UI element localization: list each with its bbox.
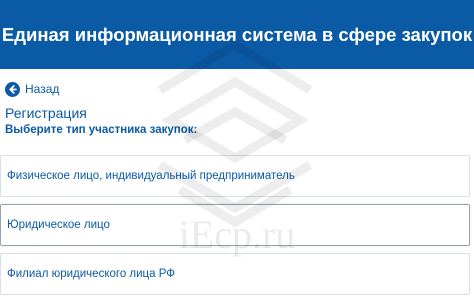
back-label: Назад (25, 82, 60, 96)
option-individual[interactable]: Физическое лицо, индивидуальный предприн… (0, 155, 470, 197)
option-label: Юридическое лицо (7, 219, 110, 231)
header-title: Единая информационная система в сфере за… (1, 23, 473, 45)
option-label: Филиал юридического лица РФ (7, 268, 176, 280)
arrow-left-icon (5, 81, 20, 97)
app-window: Единая информационная система в сфере за… (0, 0, 474, 302)
header-bar: Единая информационная система в сфере за… (0, 0, 474, 69)
option-legal-entity[interactable]: Юридическое лицо (0, 204, 470, 246)
page-subtitle: Выберите тип участника закупок: (5, 124, 198, 136)
back-button[interactable]: Назад (5, 81, 59, 97)
page-title: Регистрация (5, 105, 87, 121)
option-branch[interactable]: Филиал юридического лица РФ (0, 253, 470, 295)
option-label: Физическое лицо, индивидуальный предприн… (7, 170, 295, 182)
